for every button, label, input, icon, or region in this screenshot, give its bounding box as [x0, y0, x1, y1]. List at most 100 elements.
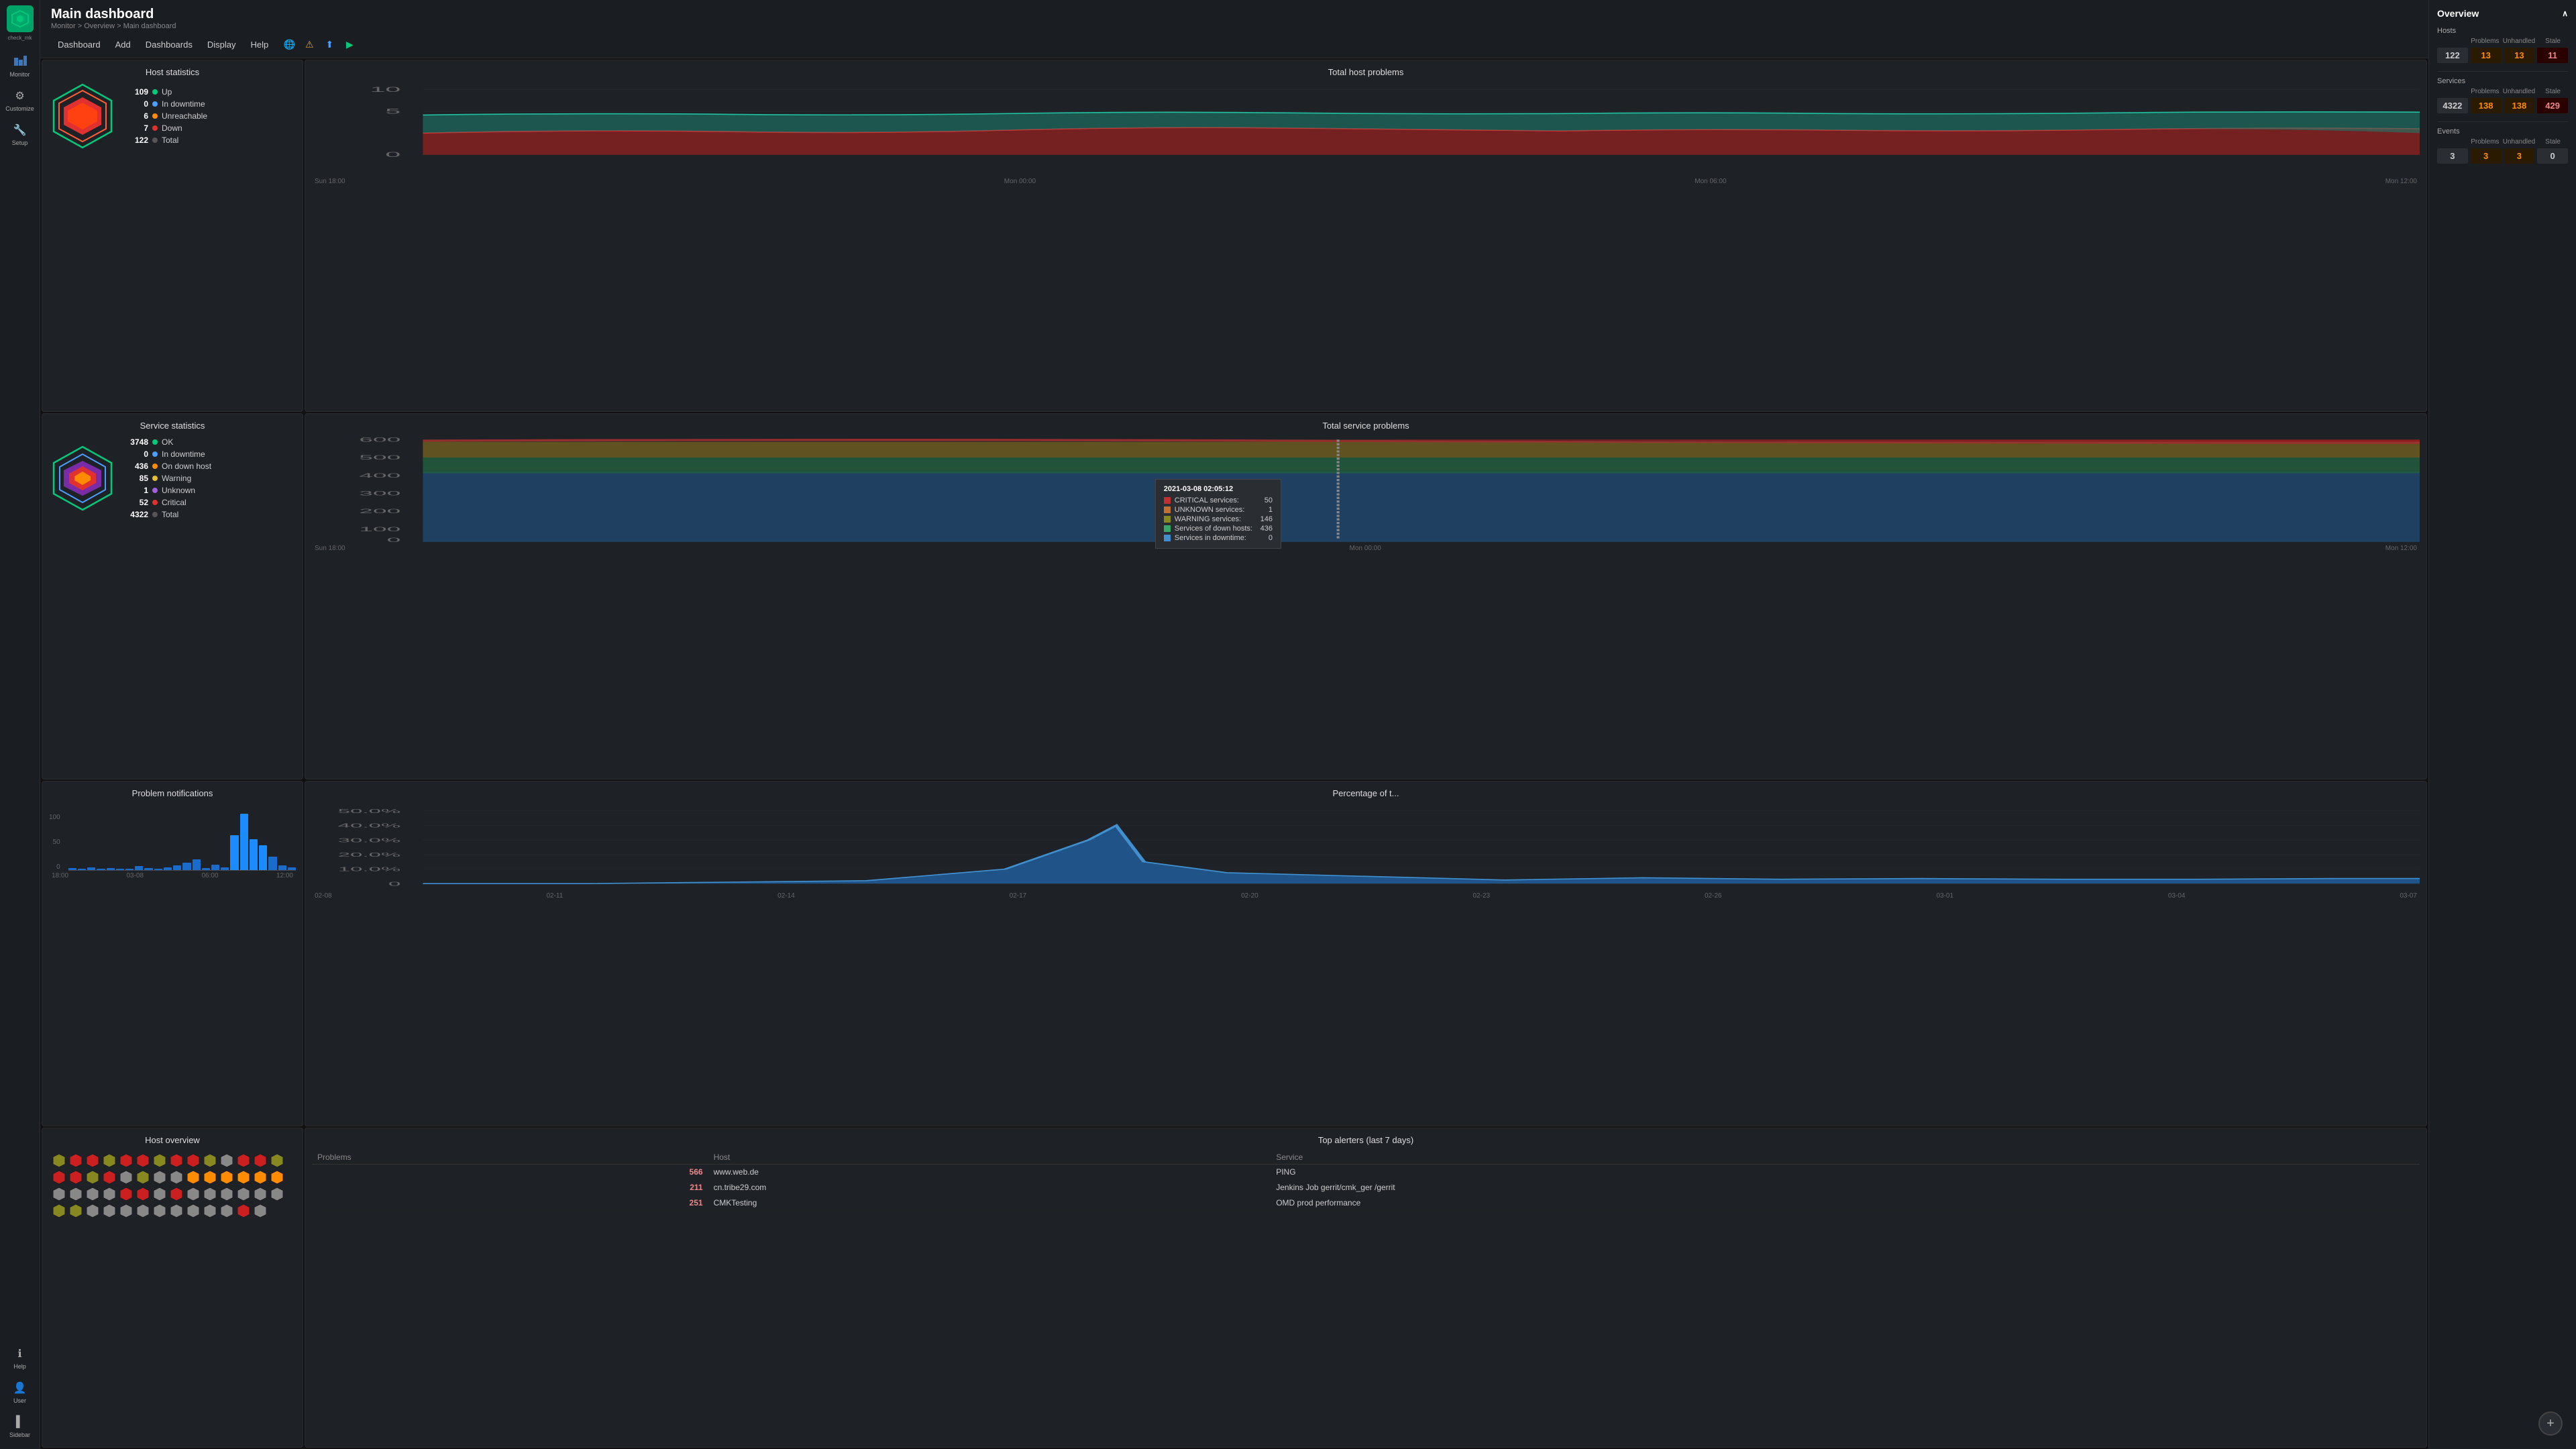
host-overview-grid[interactable] — [49, 1150, 296, 1221]
host-hex-cell[interactable] — [253, 1203, 268, 1218]
host-hex-cell[interactable] — [219, 1153, 234, 1168]
host-hex-cell[interactable] — [136, 1153, 150, 1168]
host-hex-cell[interactable] — [169, 1153, 184, 1168]
ov-svc-problems[interactable]: 138 — [2471, 98, 2502, 113]
service-stat-ok[interactable]: 3748 OK — [127, 436, 211, 448]
ov-svc-count[interactable]: 4322 — [2437, 98, 2468, 113]
host-hex-cell[interactable] — [270, 1170, 284, 1185]
sidebar-item-monitor[interactable]: Monitor — [0, 49, 40, 83]
play-icon[interactable]: ▶ — [342, 38, 357, 52]
table-row[interactable]: 211 cn.tribe29.com Jenkins Job gerrit/cm… — [312, 1179, 2420, 1195]
host-hex-cell[interactable] — [52, 1153, 66, 1168]
service-stat-critical[interactable]: 52 Critical — [127, 496, 211, 508]
host-hex-cell[interactable] — [68, 1187, 83, 1201]
host-hex-cell[interactable] — [68, 1153, 83, 1168]
service-stat-downtime[interactable]: 0 In downtime — [127, 448, 211, 460]
host-hex-cell[interactable] — [136, 1170, 150, 1185]
alert-host-1[interactable]: cn.tribe29.com — [708, 1179, 1271, 1195]
nav-add[interactable]: Add — [109, 37, 138, 52]
host-hex-cell[interactable] — [203, 1153, 217, 1168]
host-stat-downtime[interactable]: 0 In downtime — [127, 98, 207, 110]
host-hex-cell[interactable] — [203, 1170, 217, 1185]
host-hex-cell[interactable] — [52, 1187, 66, 1201]
table-row[interactable]: 251 CMKTesting OMD prod performance — [312, 1195, 2420, 1210]
host-hex-cell[interactable] — [169, 1187, 184, 1201]
ov-hosts-stale[interactable]: 11 — [2537, 48, 2568, 63]
ov-ev-count[interactable]: 3 — [2437, 148, 2468, 164]
host-hex-cell[interactable] — [152, 1170, 167, 1185]
host-hex-cell[interactable] — [119, 1187, 133, 1201]
host-hex-cell[interactable] — [102, 1170, 117, 1185]
host-hex-cell[interactable] — [236, 1153, 251, 1168]
host-stat-up[interactable]: 109 Up — [127, 86, 207, 98]
sidebar-item-customize[interactable]: ⚙ Customize — [0, 83, 40, 117]
host-hex-cell[interactable] — [119, 1153, 133, 1168]
host-hex-cell[interactable] — [186, 1170, 201, 1185]
service-stat-warning[interactable]: 85 Warning — [127, 472, 211, 484]
nav-display[interactable]: Display — [201, 37, 243, 52]
host-stat-down[interactable]: 7 Down — [127, 122, 207, 134]
nav-help[interactable]: Help — [244, 37, 275, 52]
host-hex-cell[interactable] — [85, 1170, 100, 1185]
upload-icon[interactable]: ⬆ — [322, 38, 337, 52]
add-dashboard-button[interactable]: + — [2538, 1411, 2563, 1436]
globe-icon[interactable]: 🌐 — [282, 38, 297, 52]
sidebar-item-user[interactable]: 👤 User — [0, 1375, 40, 1409]
host-hex-cell[interactable] — [152, 1187, 167, 1201]
service-stat-downhost[interactable]: 436 On down host — [127, 460, 211, 472]
alert-service-1[interactable]: Jenkins Job gerrit/cmk_ger /gerrit — [1271, 1179, 2420, 1195]
app-logo[interactable] — [7, 5, 34, 32]
nav-dashboard[interactable]: Dashboard — [51, 37, 107, 52]
host-hex-cell[interactable] — [119, 1203, 133, 1218]
alert-icon[interactable]: ⚠ — [302, 38, 317, 52]
host-hex-cell[interactable] — [85, 1153, 100, 1168]
ov-hosts-unhandled[interactable]: 13 — [2504, 48, 2535, 63]
alert-service-2[interactable]: OMD prod performance — [1271, 1195, 2420, 1210]
host-hex-cell[interactable] — [68, 1170, 83, 1185]
host-hex-cell[interactable] — [119, 1170, 133, 1185]
host-hex-cell[interactable] — [102, 1187, 117, 1201]
host-hex-cell[interactable] — [253, 1187, 268, 1201]
ov-ev-unhandled[interactable]: 3 — [2504, 148, 2535, 164]
sidebar-item-sidebar[interactable]: ▌ Sidebar — [0, 1409, 40, 1444]
host-hex-cell[interactable] — [219, 1170, 234, 1185]
nav-dashboards[interactable]: Dashboards — [139, 37, 199, 52]
host-hex-cell[interactable] — [186, 1187, 201, 1201]
host-hex-cell[interactable] — [152, 1203, 167, 1218]
host-hex-cell[interactable] — [219, 1203, 234, 1218]
host-hex-cell[interactable] — [169, 1203, 184, 1218]
host-hex-cell[interactable] — [85, 1203, 100, 1218]
host-hex-cell[interactable] — [186, 1153, 201, 1168]
host-hex-cell[interactable] — [136, 1187, 150, 1201]
host-hex-cell[interactable] — [102, 1153, 117, 1168]
overview-collapse-icon[interactable]: ∧ — [2562, 9, 2568, 18]
alert-host-0[interactable]: www.web.de — [708, 1164, 1271, 1179]
host-hex-cell[interactable] — [85, 1187, 100, 1201]
ov-svc-stale[interactable]: 429 — [2537, 98, 2568, 113]
host-hex-cell[interactable] — [236, 1187, 251, 1201]
host-hex-cell[interactable] — [270, 1187, 284, 1201]
host-hex-cell[interactable] — [219, 1187, 234, 1201]
host-hex-cell[interactable] — [203, 1187, 217, 1201]
alert-service-0[interactable]: PING — [1271, 1164, 2420, 1179]
host-hex-cell[interactable] — [236, 1203, 251, 1218]
host-hex-cell[interactable] — [102, 1203, 117, 1218]
table-row[interactable]: 566 www.web.de PING — [312, 1164, 2420, 1179]
host-hex-cell[interactable] — [270, 1153, 284, 1168]
ov-ev-problems[interactable]: 3 — [2471, 148, 2502, 164]
host-hex-cell[interactable] — [169, 1170, 184, 1185]
sidebar-item-setup[interactable]: 🔧 Setup — [0, 117, 40, 152]
host-hex-cell[interactable] — [186, 1203, 201, 1218]
ov-svc-unhandled[interactable]: 138 — [2504, 98, 2535, 113]
ov-ev-stale[interactable]: 0 — [2537, 148, 2568, 164]
host-hex-cell[interactable] — [253, 1170, 268, 1185]
host-hex-cell[interactable] — [203, 1203, 217, 1218]
host-stat-unreachable[interactable]: 6 Unreachable — [127, 110, 207, 122]
host-hex-cell[interactable] — [52, 1203, 66, 1218]
ov-hosts-count[interactable]: 122 — [2437, 48, 2468, 63]
service-stat-unknown[interactable]: 1 Unknown — [127, 484, 211, 496]
sidebar-item-help[interactable]: ℹ Help — [0, 1341, 40, 1375]
ov-hosts-problems[interactable]: 13 — [2471, 48, 2502, 63]
host-hex-cell[interactable] — [136, 1203, 150, 1218]
host-hex-cell[interactable] — [68, 1203, 83, 1218]
